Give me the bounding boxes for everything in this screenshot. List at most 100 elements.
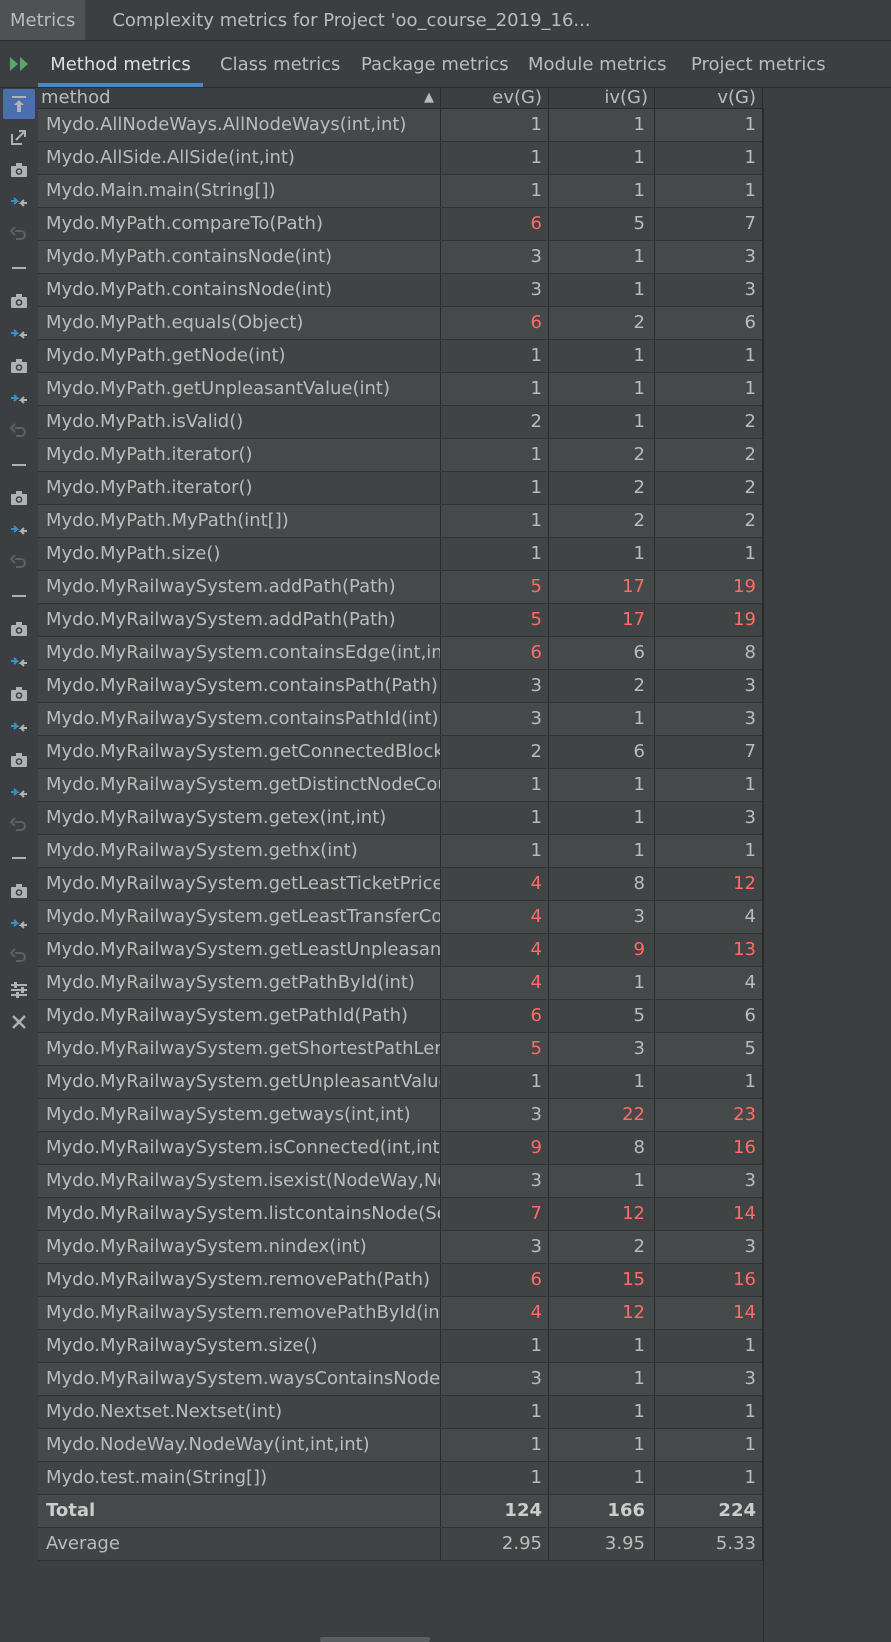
table-row[interactable]: Mydo.MyRailwaySystem.getConnectedBlockCo… <box>38 736 763 769</box>
tab-module-metrics[interactable]: Module metrics <box>528 41 667 87</box>
table-row[interactable]: Mydo.MyRailwaySystem.removePath(Path) 6 15… <box>38 1264 763 1297</box>
table-row[interactable]: Mydo.MyPath.size() 1 1 1 <box>38 538 763 571</box>
tab-complexity-metrics[interactable]: Complexity metrics for Project 'oo_cours… <box>85 0 600 40</box>
table-row[interactable]: Mydo.MyRailwaySystem.getPathById(int) 4 1 4 <box>38 967 763 1000</box>
table-row[interactable]: Mydo.MyPath.iterator() 1 2 2 <box>38 439 763 472</box>
horizontal-scrollbar[interactable] <box>320 1637 430 1642</box>
table-row[interactable]: Mydo.MyPath.containsNode(int) 3 1 3 <box>38 241 763 274</box>
table-row[interactable]: Mydo.test.main(String[]) 1 1 1 <box>38 1462 763 1495</box>
minus-icon[interactable] <box>3 581 35 611</box>
diff-icon[interactable] <box>3 909 35 939</box>
close-icon[interactable] <box>3 1007 35 1037</box>
table-row[interactable]: Mydo.MyRailwaySystem.getDistinctNodeCoun… <box>38 769 763 802</box>
v-cell: 3 <box>655 1231 763 1263</box>
settings-icon[interactable] <box>3 975 35 1005</box>
camera-icon[interactable] <box>3 483 35 513</box>
camera-icon[interactable] <box>3 351 35 381</box>
column-header-v[interactable]: v(G) <box>655 88 763 108</box>
table-row[interactable]: Mydo.AllNodeWays.AllNodeWays(int,int) 1 1 1 <box>38 109 763 142</box>
table-row[interactable]: Mydo.MyRailwaySystem.containsPath(Path) 3… <box>38 670 763 703</box>
table-row[interactable]: Mydo.MyRailwaySystem.removePathById(int)… <box>38 1297 763 1330</box>
run-icon[interactable] <box>6 51 34 77</box>
table-row[interactable]: Mydo.Nextset.Nextset(int) 1 1 1 <box>38 1396 763 1429</box>
table-row[interactable]: Mydo.AllSide.AllSide(int,int) 1 1 1 <box>38 142 763 175</box>
table-row[interactable]: Mydo.MyRailwaySystem.addPath(Path) 5 17 19 <box>38 571 763 604</box>
table-row[interactable]: Mydo.MyPath.iterator() 1 2 2 <box>38 472 763 505</box>
table-row[interactable]: Mydo.MyRailwaySystem.getUnpleasantValue(… <box>38 1066 763 1099</box>
tab-package-metrics[interactable]: Package metrics <box>361 41 509 87</box>
pin-icon[interactable] <box>3 89 35 119</box>
column-header-label: method <box>41 87 111 108</box>
table-row[interactable]: Mydo.MyPath.compareTo(Path) 6 5 7 <box>38 208 763 241</box>
table-row[interactable]: Mydo.MyRailwaySystem.containsPathId(int)… <box>38 703 763 736</box>
average-row-label: Average <box>38 1528 441 1560</box>
column-header-method[interactable]: method ▲ <box>38 88 441 108</box>
table-row[interactable]: Mydo.MyRailwaySystem.listcontainsNode(Se… <box>38 1198 763 1231</box>
table-row[interactable]: Mydo.MyRailwaySystem.getLeastTicketPrice… <box>38 868 763 901</box>
camera-icon[interactable] <box>3 876 35 906</box>
table-row[interactable]: Mydo.MyRailwaySystem.isexist(NodeWay,Nod… <box>38 1165 763 1198</box>
camera-icon[interactable] <box>3 614 35 644</box>
table-row[interactable]: Mydo.MyRailwaySystem.containsEdge(int,in… <box>38 637 763 670</box>
column-header-ev[interactable]: ev(G) <box>441 88 549 108</box>
table-row[interactable]: Mydo.MyRailwaySystem.getPathId(Path) 6 5 6 <box>38 1000 763 1033</box>
table-row[interactable]: Mydo.MyRailwaySystem.addPath(Path) 5 17 19 <box>38 604 763 637</box>
diff-icon[interactable] <box>3 778 35 808</box>
diff-icon[interactable] <box>3 384 35 414</box>
iv-cell: 3 <box>549 901 655 933</box>
camera-icon[interactable] <box>3 745 35 775</box>
table-row[interactable]: Mydo.MyRailwaySystem.getways(int,int) 3 22… <box>38 1099 763 1132</box>
export-icon[interactable] <box>3 122 35 152</box>
tool-window-titlebar: Metrics Complexity metrics for Project '… <box>0 0 891 41</box>
undo-icon[interactable] <box>3 548 35 578</box>
tab-method-metrics[interactable]: Method metrics <box>38 41 203 87</box>
diff-icon[interactable] <box>3 319 35 349</box>
table-row[interactable]: Mydo.MyRailwaySystem.gethx(int) 1 1 1 <box>38 835 763 868</box>
tab-metrics[interactable]: Metrics <box>0 0 86 40</box>
total-row[interactable]: Total 124 166 224 <box>38 1495 763 1528</box>
v-cell: 2 <box>655 472 763 504</box>
table-row[interactable]: Mydo.MyPath.containsNode(int) 3 1 3 <box>38 274 763 307</box>
column-header-iv[interactable]: iv(G) <box>549 88 655 108</box>
minus-icon[interactable] <box>3 253 35 283</box>
table-row[interactable]: Mydo.NodeWay.NodeWay(int,int,int) 1 1 1 <box>38 1429 763 1462</box>
v-cell: 12 <box>655 868 763 900</box>
table-row[interactable]: Mydo.MyPath.MyPath(int[]) 1 2 2 <box>38 505 763 538</box>
undo-icon[interactable] <box>3 811 35 841</box>
undo-icon[interactable] <box>3 942 35 972</box>
diff-icon[interactable] <box>3 647 35 677</box>
minus-icon[interactable] <box>3 843 35 873</box>
table-row[interactable]: Mydo.MyRailwaySystem.getLeastTransferCou… <box>38 901 763 934</box>
table-row[interactable]: Mydo.MyPath.equals(Object) 6 2 6 <box>38 307 763 340</box>
table-row[interactable]: Mydo.MyRailwaySystem.size() 1 1 1 <box>38 1330 763 1363</box>
minus-icon[interactable] <box>3 450 35 480</box>
table-row[interactable]: Mydo.MyRailwaySystem.isConnected(int,int… <box>38 1132 763 1165</box>
undo-icon[interactable] <box>3 417 35 447</box>
table-row[interactable]: Mydo.MyPath.isValid() 2 1 2 <box>38 406 763 439</box>
method-name-cell: Mydo.MyRailwaySystem.getUnpleasantValue(… <box>38 1066 441 1098</box>
table-row[interactable]: Mydo.MyPath.getUnpleasantValue(int) 1 1 1 <box>38 373 763 406</box>
table-row[interactable]: Mydo.MyRailwaySystem.waysContainsNode(in… <box>38 1363 763 1396</box>
camera-icon[interactable] <box>3 286 35 316</box>
ev-cell: 1 <box>441 505 549 537</box>
camera-icon[interactable] <box>3 155 35 185</box>
diff-icon[interactable] <box>3 187 35 217</box>
diff-icon[interactable] <box>3 712 35 742</box>
table-row[interactable]: Mydo.MyRailwaySystem.getLeastUnpleasantV… <box>38 934 763 967</box>
table-row[interactable]: Mydo.MyRailwaySystem.getex(int,int) 1 1 3 <box>38 802 763 835</box>
diff-icon[interactable] <box>3 515 35 545</box>
method-name-cell: Mydo.MyRailwaySystem.listcontainsNode(Se… <box>38 1198 441 1230</box>
undo-icon[interactable] <box>3 220 35 250</box>
table-row[interactable]: Mydo.Main.main(String[]) 1 1 1 <box>38 175 763 208</box>
v-cell: 224 <box>655 1495 763 1527</box>
table-row[interactable]: Mydo.MyRailwaySystem.getShortestPathLeng… <box>38 1033 763 1066</box>
table-row[interactable]: Mydo.MyPath.getNode(int) 1 1 1 <box>38 340 763 373</box>
tab-class-metrics[interactable]: Class metrics <box>220 41 340 87</box>
tab-project-metrics[interactable]: Project metrics <box>691 41 826 87</box>
v-cell: 3 <box>655 703 763 735</box>
camera-icon[interactable] <box>3 679 35 709</box>
table-row[interactable]: Mydo.MyRailwaySystem.nindex(int) 3 2 3 <box>38 1231 763 1264</box>
v-cell: 13 <box>655 934 763 966</box>
average-row[interactable]: Average 2.95 3.95 5.33 <box>38 1528 763 1561</box>
ev-cell: 124 <box>441 1495 549 1527</box>
